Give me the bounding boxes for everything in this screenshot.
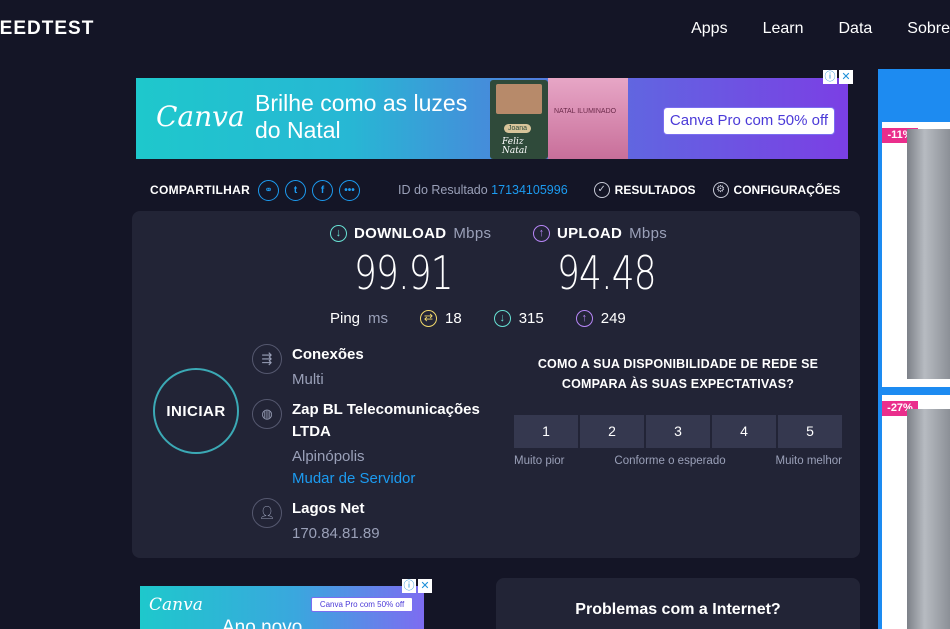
download-arrow-icon: ↓ <box>330 225 347 242</box>
result-id-label: ID do Resultado <box>398 183 488 197</box>
survey-high-label: Muito melhor <box>775 455 842 467</box>
server-city: Alpinópolis <box>292 448 365 465</box>
survey-mid-label: Conforme o esperado <box>614 455 726 467</box>
download-metric: ↓ DOWNLOAD Mbps 99.91 <box>330 225 491 300</box>
nav-about[interactable]: Sobre <box>907 20 950 38</box>
expectation-survey: COMO A SUA DISPONIBILIDADE DE REDE SE CO… <box>514 354 842 467</box>
ad-card-image-2: NATAL ILUMINADO <box>548 78 628 159</box>
server-name: Zap BL Telecomunicações LTDA <box>292 401 480 440</box>
more-icon[interactable]: ••• <box>339 179 361 201</box>
fridge-image <box>907 129 950 379</box>
canva-logo: Canva <box>156 100 245 133</box>
isp-ip: 170.84.81.89 <box>292 525 380 542</box>
ad-card-text: Feliz Natal <box>502 137 528 156</box>
upload-arrow-icon: ↑ <box>533 225 550 242</box>
gear-icon: ⚙ <box>712 182 729 198</box>
settings-button[interactable]: ⚙ CONFIGURAÇÕES <box>712 182 841 198</box>
fridge-image <box>907 409 950 629</box>
result-toolbar: COMPARTILHAR ⚭ t f ••• ID do Resultado 1… <box>150 178 855 202</box>
ad-cta-button[interactable]: Canva Pro com 50% off <box>663 107 835 135</box>
isp-name: Lagos Net <box>292 500 365 517</box>
start-test-button[interactable]: INICIAR <box>153 368 239 454</box>
close-icon[interactable]: ✕ <box>839 70 853 84</box>
survey-scale: 1 2 3 4 5 <box>514 415 842 448</box>
download-latency-icon: ↓ <box>493 310 511 327</box>
upload-latency-icon: ↑ <box>575 310 593 327</box>
survey-question: COMO A SUA DISPONIBILIDADE DE REDE SE CO… <box>537 357 819 391</box>
ping-upload-value: 249 <box>600 310 626 327</box>
ad-photo <box>496 84 542 114</box>
twitter-icon[interactable]: t <box>285 179 307 201</box>
side-ad[interactable]: -11% -27% <box>878 69 950 629</box>
canva-ad-banner[interactable]: Canva Brilhe como as luzes do Natal Joan… <box>136 78 848 159</box>
ping-idle-value: 18 <box>445 310 462 327</box>
check-icon: ✓ <box>593 182 610 198</box>
nav-data[interactable]: Data <box>839 20 873 38</box>
facebook-icon[interactable]: f <box>312 179 334 201</box>
survey-low-label: Muito pior <box>514 455 565 467</box>
upload-unit: Mbps <box>629 225 668 242</box>
canva-ad-small[interactable]: Canva Canva Pro com 50% off Ano novo <box>140 586 424 629</box>
ad-card-image: Joana Feliz Natal <box>490 80 548 159</box>
connections-value[interactable]: Multi <box>292 369 512 391</box>
connections-icon: ⇶ <box>252 344 282 374</box>
ping-upload: ↑ 249 <box>575 310 626 327</box>
ad-headline: Brilhe como as luzes do Natal <box>255 90 468 143</box>
ping-download-value: 315 <box>518 310 544 327</box>
share-icons: ⚭ t f ••• <box>258 179 361 201</box>
survey-option-3[interactable]: 3 <box>646 415 710 448</box>
settings-label: CONFIGURAÇÕES <box>733 183 841 197</box>
connections-title: Conexões <box>292 346 364 363</box>
download-unit: Mbps <box>453 225 492 242</box>
info-icon[interactable]: ⓘ <box>402 579 416 593</box>
upload-metric: ↑ UPLOAD Mbps 94.48 <box>533 225 684 300</box>
speedtest-panel: ↓ DOWNLOAD Mbps 99.91 ↑ UPLOAD Mbps 94.4… <box>132 211 860 558</box>
nav-learn[interactable]: Learn <box>763 20 804 38</box>
change-server-link[interactable]: Mudar de Servidor <box>292 468 512 490</box>
link-icon[interactable]: ⚭ <box>258 179 280 201</box>
info-icon[interactable]: ⓘ <box>823 70 837 84</box>
problems-card: Problemas com a Internet? <box>496 578 860 629</box>
download-label: DOWNLOAD <box>354 225 447 242</box>
speedtest-logo[interactable]: PEEDTEST <box>0 18 94 40</box>
nav-apps[interactable]: Apps <box>691 20 727 38</box>
download-value: 99.91 <box>354 246 454 300</box>
problems-title: Problemas com a Internet? <box>575 601 781 618</box>
ping-unit: ms <box>368 310 389 327</box>
ad-cta-button[interactable]: Canva Pro com 50% off <box>311 597 413 612</box>
upload-label: UPLOAD <box>557 225 623 242</box>
survey-option-5[interactable]: 5 <box>778 415 842 448</box>
globe-icon: ◍ <box>252 399 282 429</box>
canva-logo: Canva <box>149 595 203 615</box>
close-icon[interactable]: ✕ <box>418 579 432 593</box>
result-id: ID do Resultado 17134105996 <box>398 183 568 197</box>
idle-latency-icon: ⇄ <box>420 310 438 327</box>
ad-card-pill: Joana <box>504 124 532 133</box>
ping-row: Ping ms ⇄ 18 ↓ 315 ↑ 249 <box>330 310 626 327</box>
ad-card2-text: NATAL ILUMINADO <box>554 108 617 115</box>
survey-option-1[interactable]: 1 <box>514 415 578 448</box>
upload-value: 94.48 <box>557 246 657 300</box>
ad-headline: Ano novo <box>222 617 303 629</box>
share-label: COMPARTILHAR <box>150 183 251 197</box>
survey-option-2[interactable]: 2 <box>580 415 644 448</box>
top-nav: Apps Learn Data Sobre <box>691 20 950 38</box>
ping-idle: ⇄ 18 <box>420 310 462 327</box>
user-icon: 👤︎ <box>252 498 282 528</box>
ad-controls: ⓘ ✕ <box>823 70 853 84</box>
results-button[interactable]: ✓ RESULTADOS <box>593 182 696 198</box>
results-label: RESULTADOS <box>614 183 696 197</box>
ad-controls: ⓘ ✕ <box>402 579 432 593</box>
ping-label: Ping <box>330 310 361 327</box>
result-id-link[interactable]: 17134105996 <box>491 183 567 197</box>
survey-option-4[interactable]: 4 <box>712 415 776 448</box>
ping-download: ↓ 315 <box>493 310 544 327</box>
